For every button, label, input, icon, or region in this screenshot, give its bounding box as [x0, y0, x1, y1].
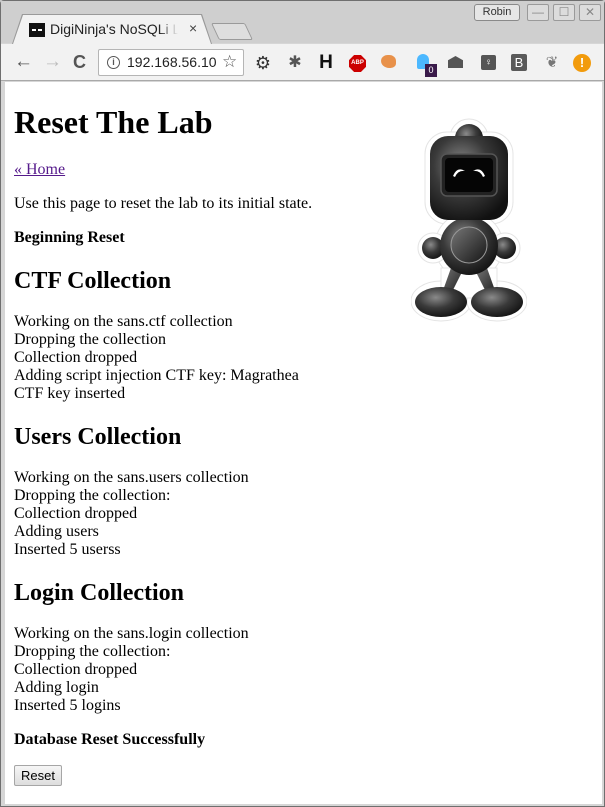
log-line: Collection dropped [14, 349, 138, 366]
headings-extension-icon[interactable]: H [316, 53, 336, 73]
back-arrow-icon[interactable]: ← [14, 52, 33, 72]
info-icon[interactable]: i [107, 56, 120, 69]
new-tab-button[interactable] [211, 23, 253, 40]
log-line: Inserted 5 userss [14, 541, 121, 558]
page-title: Reset The Lab [14, 104, 213, 140]
log-line: Collection dropped [14, 661, 138, 678]
close-window-button[interactable]: ✕ [579, 4, 601, 21]
log-line: Dropping the collection: [14, 643, 171, 660]
b-extension-icon[interactable]: B [511, 54, 527, 71]
reset-success-message: Database Reset Successfully [14, 731, 206, 748]
intro-text: Use this page to reset the lab to its in… [14, 195, 313, 212]
maximize-button[interactable]: ☐ [553, 4, 575, 21]
log-line: Adding login [14, 679, 99, 696]
bug-extension-icon[interactable]: ✱ [285, 53, 305, 73]
page-viewport: Reset The Lab « Home Use this page to re… [5, 82, 602, 804]
page-content: Reset The Lab « Home Use this page to re… [14, 82, 594, 786]
log-line: Dropping the collection: [14, 487, 171, 504]
warning-extension-icon[interactable]: ! [573, 54, 591, 72]
log-line: Working on the sans.users collection [14, 469, 249, 486]
url-input[interactable]: 192.168.56.101 [127, 54, 217, 72]
log-line: Working on the sans.login collection [14, 625, 249, 642]
reload-icon[interactable]: C [73, 52, 86, 72]
log-line: Dropping the collection [14, 331, 166, 348]
log-line: Collection dropped [14, 505, 138, 522]
bird-extension-icon[interactable] [381, 55, 396, 68]
users-collection-log: Working on the sans.users collection Dro… [14, 469, 594, 559]
bookmark-star-icon[interactable]: ☆ [222, 52, 237, 72]
log-line: Adding users [14, 523, 99, 540]
log-line: Adding script injection CTF key: Magrath… [14, 367, 299, 384]
beginning-reset-label: Beginning Reset [14, 229, 125, 246]
login-collection-heading: Login Collection [14, 580, 185, 606]
mail-extension-icon[interactable] [448, 56, 463, 68]
browser-toolbar: ← → C i 192.168.56.101 ☆ ⚙ ✱ H ABP 0 ♀ B… [1, 44, 604, 81]
settings-gear-icon[interactable]: ⚙ [253, 53, 273, 73]
home-link[interactable]: « Home [14, 161, 594, 179]
reset-button[interactable]: Reset [14, 765, 62, 786]
ghostery-badge: 0 [425, 64, 437, 77]
log-line: CTF key inserted [14, 385, 126, 402]
address-bar[interactable]: i 192.168.56.101 ☆ [98, 49, 244, 76]
adblock-plus-icon[interactable]: ABP [349, 55, 366, 72]
lightbulb-extension-icon[interactable]: ♀ [481, 55, 496, 70]
forward-arrow-icon[interactable]: → [43, 52, 62, 72]
log-line: Working on the sans.ctf collection [14, 313, 233, 330]
tab-title[interactable]: DigiNinja's NoSQLi Lab [50, 21, 178, 39]
minimize-button[interactable]: — [527, 4, 549, 21]
profile-button[interactable]: Robin [474, 4, 520, 21]
ctf-collection-heading: CTF Collection [14, 268, 172, 294]
ctf-collection-log: Working on the sans.ctf collection Dropp… [14, 313, 594, 403]
tab-close-icon[interactable]: × [189, 20, 197, 36]
title-bar: DigiNinja's NoSQLi Lab × Robin — ☐ ✕ [1, 1, 604, 44]
log-line: Inserted 5 logins [14, 697, 121, 714]
ninja-face-icon [29, 23, 45, 37]
footprint-extension-icon[interactable]: ❦ [542, 53, 562, 73]
login-collection-log: Working on the sans.login collection Dro… [14, 625, 594, 715]
browser-window: DigiNinja's NoSQLi Lab × Robin — ☐ ✕ ← →… [0, 0, 605, 807]
users-collection-heading: Users Collection [14, 424, 182, 450]
